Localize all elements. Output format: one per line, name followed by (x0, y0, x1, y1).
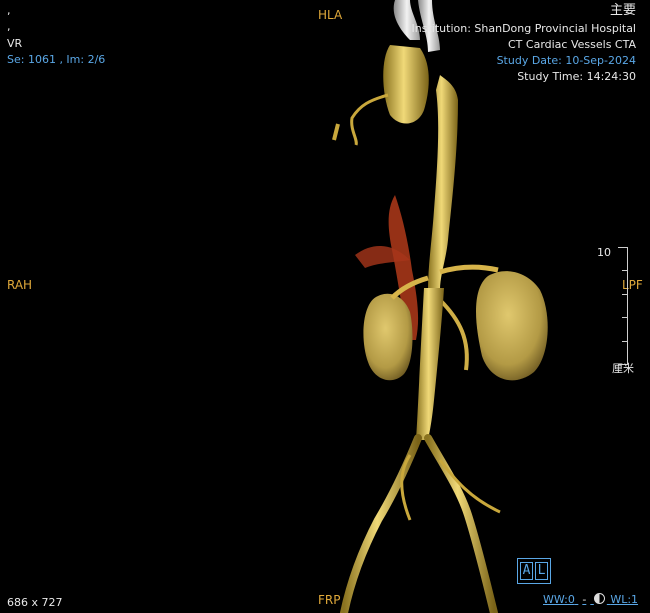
window-width-value[interactable]: WW:0 (543, 593, 575, 606)
vr-volume-render[interactable] (0, 0, 650, 613)
branch-shape (350, 93, 389, 146)
study-time: Study Time: 14:24:30 (517, 70, 636, 83)
ruler-tick (618, 247, 628, 248)
vr-viewport[interactable]: , , VR Se: 1061 , Im: 2/6 主要 Institution… (0, 0, 650, 613)
series-image-info[interactable]: Se: 1061 , Im: 2/6 (7, 53, 105, 67)
image-dimensions: 686 x 727 (7, 596, 63, 609)
ruler-tick (622, 294, 628, 295)
scale-value: 10 (597, 246, 611, 259)
orientation-left: RAH (7, 278, 33, 292)
patient-line-2: , (7, 20, 11, 33)
scale-unit: 厘米 (612, 362, 634, 375)
orientation-bottom: FRP (318, 593, 341, 607)
window-level-control[interactable]: WW:0 - WL:1 (543, 593, 638, 606)
abdominal-aorta-shape (416, 288, 444, 440)
ruler-tick (622, 317, 628, 318)
orientation-top: HLA (318, 8, 343, 22)
kidney-right-shape (363, 293, 413, 381)
descending-aorta-shape (428, 75, 458, 290)
renal-artery-left (439, 264, 499, 275)
mesenteric-branch (438, 298, 469, 371)
small-fragment-shape (332, 123, 340, 141)
study-description: CT Cardiac Vessels CTA (508, 38, 636, 51)
ascending-aorta-shape (383, 45, 429, 124)
ruler-tick (622, 270, 628, 271)
institution-label: Institution: ShanDong Provincial Hospita… (411, 22, 636, 35)
ruler-spine (627, 247, 628, 365)
orientation-cube-button[interactable]: A L (517, 558, 551, 584)
kidney-left-shape (476, 271, 548, 381)
patient-line-1: , (7, 4, 11, 17)
main-menu-label[interactable]: 主要 (610, 4, 636, 18)
ruler-tick (622, 341, 628, 342)
window-level-value[interactable]: WL:1 (610, 593, 638, 606)
iliac-left (424, 434, 498, 613)
al-a-label: A (520, 562, 533, 580)
contrast-icon (593, 593, 605, 604)
ww-wl-separator: - (582, 593, 587, 606)
study-date[interactable]: Study Date: 10-Sep-2024 (497, 54, 636, 68)
render-mode-label: VR (7, 37, 23, 50)
al-l-label: L (535, 562, 548, 580)
iliac-right (340, 434, 422, 613)
scale-ruler (612, 247, 632, 367)
